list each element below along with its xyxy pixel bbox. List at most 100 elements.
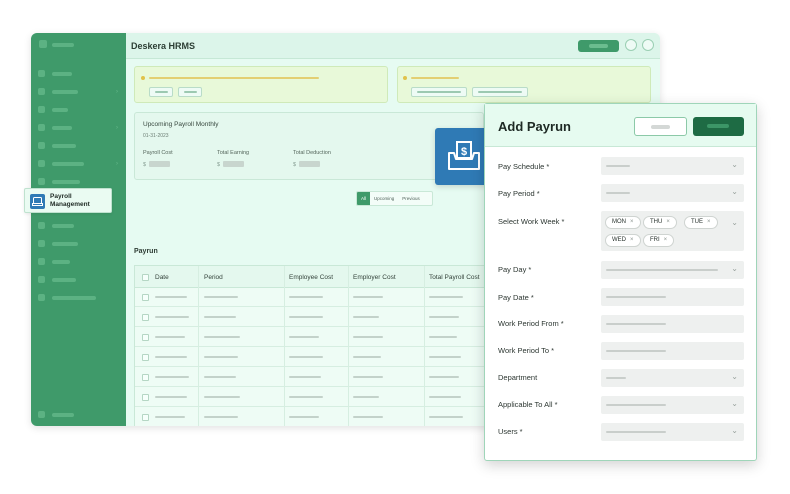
info-banner-right xyxy=(397,66,651,103)
cell-placeholder xyxy=(204,356,238,358)
menu-icon xyxy=(38,124,45,131)
work-week-tag[interactable]: TUE × xyxy=(684,216,718,229)
chevron-right-icon: › xyxy=(116,161,118,167)
column-period[interactable]: Period xyxy=(204,274,223,281)
work-period-from-label: Work Period From * xyxy=(498,319,564,328)
cell-placeholder xyxy=(155,356,187,358)
table-row[interactable] xyxy=(135,408,493,426)
menu-icon xyxy=(38,258,45,265)
users-label: Users * xyxy=(498,427,523,436)
sidebar-item[interactable] xyxy=(38,294,118,302)
info-banner-left xyxy=(134,66,388,103)
row-checkbox[interactable] xyxy=(142,294,149,301)
pay-schedule-select[interactable]: ⌄ xyxy=(601,157,744,175)
banner-chip[interactable] xyxy=(472,87,528,97)
cell-placeholder xyxy=(204,416,238,418)
remove-tag-icon[interactable]: × xyxy=(630,219,634,225)
warning-dot-icon xyxy=(403,76,407,80)
work-period-from-input[interactable] xyxy=(601,315,744,333)
table-row[interactable] xyxy=(135,368,493,387)
sidebar-item[interactable] xyxy=(38,106,118,114)
remove-tag-icon[interactable]: × xyxy=(666,219,670,225)
table-header: Date Period Employee Cost Employer Cost … xyxy=(135,266,493,288)
remove-tag-icon[interactable]: × xyxy=(707,219,711,225)
pay-period-select[interactable]: ⌄ xyxy=(601,184,744,202)
banner-chip[interactable] xyxy=(178,87,202,97)
department-select[interactable]: ⌄ xyxy=(601,369,744,387)
applicable-to-all-label: Applicable To All * xyxy=(498,400,558,409)
sidebar-item[interactable] xyxy=(38,222,118,230)
select-all-checkbox[interactable] xyxy=(142,274,149,281)
row-checkbox[interactable] xyxy=(142,414,149,421)
column-total-payroll-cost[interactable]: Total Payroll Cost xyxy=(429,274,480,281)
top-action-button[interactable] xyxy=(578,40,619,52)
column-employee-cost[interactable]: Employee Cost xyxy=(289,274,333,281)
work-week-tag[interactable]: MON × xyxy=(605,216,641,229)
modal-title: Add Payrun xyxy=(498,119,571,134)
pay-day-label: Pay Day * xyxy=(498,265,532,274)
cell-placeholder xyxy=(204,336,240,338)
sidebar-item[interactable]: › xyxy=(38,160,118,168)
sidebar-item[interactable] xyxy=(38,142,118,150)
sidebar-item[interactable] xyxy=(38,258,118,266)
row-checkbox[interactable] xyxy=(142,374,149,381)
payrun-filter: All Upcoming Previous xyxy=(356,191,433,206)
cell-placeholder xyxy=(155,316,189,318)
table-row[interactable] xyxy=(135,348,493,367)
row-checkbox[interactable] xyxy=(142,354,149,361)
table-row[interactable] xyxy=(135,308,493,327)
modal-header: Add Payrun xyxy=(485,104,756,147)
cell-placeholder xyxy=(429,376,459,378)
row-checkbox[interactable] xyxy=(142,334,149,341)
column-employer-cost[interactable]: Employer Cost xyxy=(353,274,396,281)
remove-tag-icon[interactable]: × xyxy=(664,237,668,243)
filter-all[interactable]: All xyxy=(357,192,371,205)
sidebar-item[interactable]: › xyxy=(38,88,118,96)
filter-previous[interactable]: Previous xyxy=(398,192,424,205)
payroll-cost-value: $ xyxy=(143,161,171,168)
column-date[interactable]: Date xyxy=(155,274,169,281)
save-button[interactable] xyxy=(693,117,744,136)
app-logo-text-placeholder xyxy=(52,43,74,47)
chevron-down-icon: ⌄ xyxy=(731,426,738,435)
cell-placeholder xyxy=(204,296,238,298)
cell-placeholder xyxy=(353,296,383,298)
row-checkbox[interactable] xyxy=(142,394,149,401)
pay-day-select[interactable]: ⌄ xyxy=(601,261,744,279)
cell-placeholder xyxy=(353,376,383,378)
payroll-management-badge[interactable]: Payroll Management xyxy=(24,188,112,213)
banner-chip[interactable] xyxy=(149,87,173,97)
user-avatar-icon[interactable] xyxy=(642,39,654,51)
sidebar-item[interactable] xyxy=(38,276,118,284)
work-week-tag[interactable]: THU × xyxy=(643,216,677,229)
work-week-multiselect[interactable]: MON × THU × TUE × WED × FRI × ⌄ xyxy=(601,211,744,251)
cell-placeholder xyxy=(155,416,185,418)
cell-placeholder xyxy=(155,396,187,398)
table-row[interactable] xyxy=(135,328,493,347)
chevron-down-icon: ⌄ xyxy=(731,264,738,273)
banner-chip[interactable] xyxy=(411,87,467,97)
applicable-to-all-select[interactable]: ⌄ xyxy=(601,396,744,414)
sidebar-item[interactable] xyxy=(38,240,118,248)
users-select[interactable]: ⌄ xyxy=(601,423,744,441)
work-week-tag[interactable]: WED × xyxy=(605,234,641,247)
sidebar-item[interactable] xyxy=(38,178,118,186)
sidebar-item[interactable] xyxy=(38,70,118,78)
sidebar-item[interactable]: › xyxy=(38,124,118,132)
table-row[interactable] xyxy=(135,288,493,307)
work-period-to-input[interactable] xyxy=(601,342,744,360)
filter-upcoming[interactable]: Upcoming xyxy=(370,192,398,205)
department-label: Department xyxy=(498,373,538,382)
cell-placeholder xyxy=(155,336,185,338)
pay-date-input[interactable] xyxy=(601,288,744,306)
cell-placeholder xyxy=(429,316,459,318)
upcoming-payroll-title: Upcoming Payroll Monthly xyxy=(143,121,219,128)
work-week-tag[interactable]: FRI × xyxy=(643,234,675,247)
sidebar-item[interactable] xyxy=(38,411,118,419)
notification-icon[interactable] xyxy=(625,39,637,51)
cancel-button[interactable] xyxy=(634,117,687,136)
menu-icon xyxy=(38,240,45,247)
table-row[interactable] xyxy=(135,388,493,407)
remove-tag-icon[interactable]: × xyxy=(630,237,634,243)
row-checkbox[interactable] xyxy=(142,314,149,321)
